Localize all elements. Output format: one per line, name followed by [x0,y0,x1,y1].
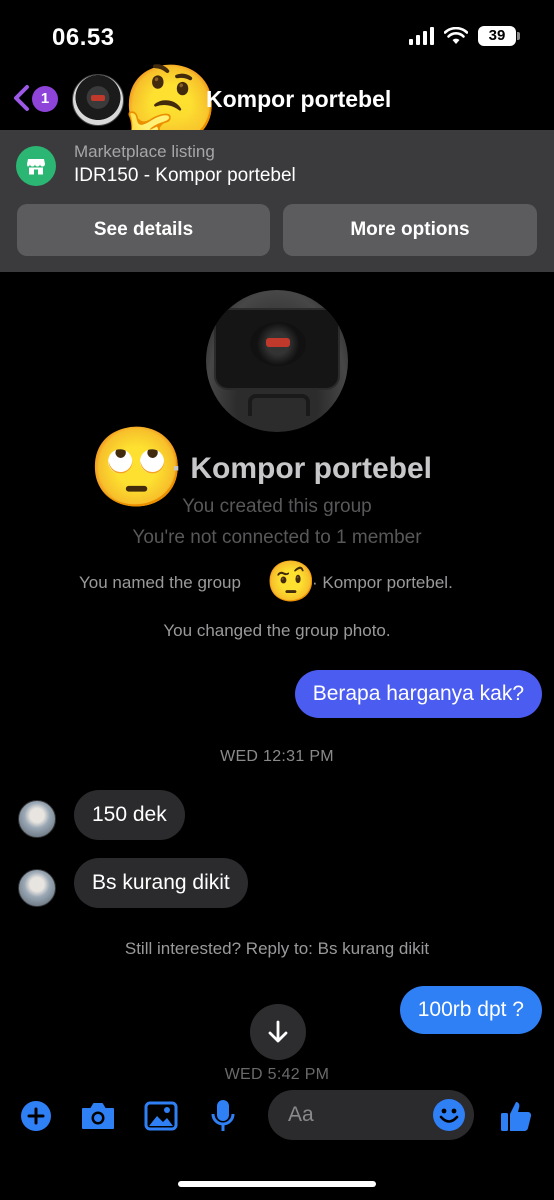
gallery-icon[interactable] [143,1098,179,1134]
message-timestamp: WED 5:42 PM [224,1066,330,1080]
emoji-icon[interactable] [432,1098,466,1132]
message-composer [0,1084,554,1146]
microphone-icon[interactable] [205,1098,241,1134]
group-photo[interactable] [206,290,348,432]
battery-icon: 39 [478,26,520,46]
sender-avatar[interactable] [18,869,56,907]
event-named-group: You named the group [79,573,241,592]
message-input-container [268,1090,474,1140]
back-arrow-icon[interactable] [10,84,32,112]
listing-title: IDR150 - Kompor portebel [74,165,296,186]
group-name: · Kompor portebel [172,452,432,485]
scroll-to-bottom-button[interactable] [250,1004,306,1060]
message-timestamp: WED 12:31 PM [220,748,334,765]
camera-icon[interactable] [80,1098,116,1134]
chat-title[interactable]: Kompor portebel [206,86,391,113]
wifi-icon [444,27,468,44]
plus-icon[interactable] [18,1098,54,1134]
marketplace-listing-panel: Marketplace listing IDR150 - Kompor port… [0,130,554,272]
group-avatar[interactable] [72,74,124,126]
outgoing-message[interactable]: 100rb dpt ? [399,986,542,1034]
unread-badge[interactable]: 1 [32,86,58,112]
status-bar: 06.53 39 [0,0,554,70]
marketplace-label: Marketplace listing [74,142,215,161]
eye-roll-emoji: 🙄 [88,423,186,511]
marketplace-icon [16,146,56,186]
group-members-text: You're not connected to 1 member [132,527,422,548]
like-icon[interactable] [498,1098,534,1134]
still-interested-prompt[interactable]: Still interested? Reply to: Bs kurang di… [0,939,554,959]
sender-avatar[interactable] [18,800,56,838]
status-time: 06.53 [52,24,115,51]
more-options-button[interactable]: More options [283,204,537,256]
raised-eyebrow-emoji: 🤨 [266,560,316,604]
status-icons: 39 [409,26,520,46]
event-group-photo-changed: You changed the group photo. [163,621,391,640]
event-named-group-name: · Kompor portebel. [312,573,453,592]
see-details-button[interactable]: See details [17,204,270,256]
message-input[interactable] [288,1090,428,1140]
incoming-message[interactable]: Bs kurang dikit [74,858,248,908]
chat-header: 1 🤔 Kompor portebel [0,66,554,144]
outgoing-message[interactable]: Berapa harganya kak? [294,670,542,718]
incoming-message[interactable]: 150 dek [74,790,185,840]
home-indicator[interactable] [178,1181,376,1187]
signal-icon [409,27,434,45]
group-created-text: You created this group [182,496,372,517]
arrow-down-icon [268,1020,288,1043]
